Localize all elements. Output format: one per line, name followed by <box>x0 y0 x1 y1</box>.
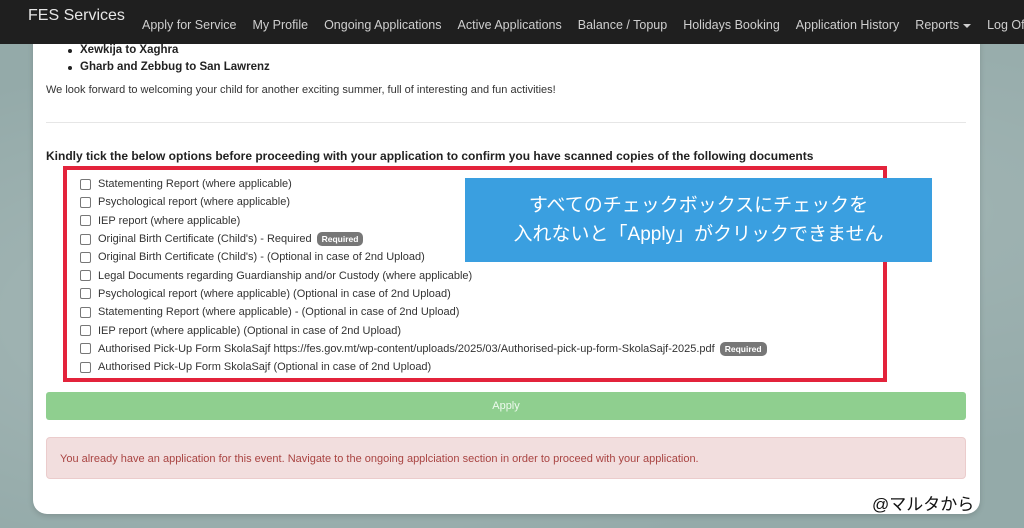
caret-down-icon <box>963 23 972 28</box>
watermark-text: @マルタから <box>872 495 975 514</box>
checkbox-label: IEP report (where applicable) <box>98 214 241 227</box>
checkbox-birth-certificate-optional[interactable] <box>80 251 91 263</box>
route-list: Xewkija to Xaghra Gharb and Zebbug to Sa… <box>68 42 270 76</box>
nav-reports-dropdown[interactable]: Reports <box>907 18 979 32</box>
checkbox-label: Legal Documents regarding Guardianship a… <box>98 269 473 282</box>
checkbox-pickup-form-optional[interactable] <box>80 361 91 373</box>
annotation-line-2: 入れないと「Apply」がクリックできません <box>513 224 884 245</box>
divider <box>46 122 966 123</box>
route-item: Gharb and Zebbug to San Lawrenz <box>68 59 270 76</box>
nav-menu: Apply for Service My Profile Ongoing App… <box>134 18 1024 32</box>
nav-holidays-booking[interactable]: Holidays Booking <box>675 18 788 32</box>
nav-ongoing-applications[interactable]: Ongoing Applications <box>316 18 449 32</box>
checklist-item: Authorised Pick-Up Form SkolaSajf (Optio… <box>80 358 767 376</box>
checkbox-label: Statementing Report (where applicable) <box>98 178 292 191</box>
annotation-line-1: すべてのチェックボックスにチェックを <box>528 195 869 216</box>
checklist-item: Psychological report (where applicable) … <box>80 285 767 303</box>
apply-button[interactable]: Apply <box>46 392 966 420</box>
checkbox-label: Original Birth Certificate (Child's) - R… <box>98 233 312 246</box>
checkbox-birth-certificate[interactable] <box>80 233 91 245</box>
navbar: FES Services Apply for Service My Profil… <box>0 0 1024 44</box>
nav-my-profile[interactable]: My Profile <box>244 18 316 32</box>
checkbox-pickup-form[interactable] <box>80 343 91 355</box>
checkbox-psychological-report[interactable] <box>80 196 91 208</box>
checkbox-label: Authorised Pick-Up Form SkolaSajf (Optio… <box>98 361 432 374</box>
checkbox-legal-documents[interactable] <box>80 270 91 282</box>
checklist-item: Statementing Report (where applicable) -… <box>80 303 767 321</box>
required-badge: Required <box>316 232 364 247</box>
checklist-item: Legal Documents regarding Guardianship a… <box>80 266 767 284</box>
checkbox-statementing-report-optional[interactable] <box>80 306 91 318</box>
nav-apply-for-service[interactable]: Apply for Service <box>134 18 244 32</box>
nav-active-applications[interactable]: Active Applications <box>450 18 570 32</box>
checkbox-statementing-report[interactable] <box>80 178 91 190</box>
checkbox-label: Original Birth Certificate (Child's) - (… <box>98 251 425 264</box>
nav-application-history[interactable]: Application History <box>788 18 908 32</box>
checkbox-psychological-report-optional[interactable] <box>80 288 91 300</box>
existing-application-alert: You already have an application for this… <box>46 437 966 479</box>
checkbox-label: Psychological report (where applicable) <box>98 196 290 209</box>
checkbox-iep-report-optional[interactable] <box>80 325 91 337</box>
nav-log-off[interactable]: Log Off <box>979 18 1024 32</box>
checkbox-label: Authorised Pick-Up Form SkolaSajf https:… <box>98 342 715 355</box>
nav-reports-label: Reports <box>915 18 960 32</box>
welcome-text: We look forward to welcoming your child … <box>46 84 556 96</box>
checkbox-label: Psychological report (where applicable) … <box>98 287 451 300</box>
brand-title[interactable]: FES Services <box>28 7 125 25</box>
documents-heading: Kindly tick the below options before pro… <box>46 149 814 163</box>
checklist-item: Authorised Pick-Up Form SkolaSajf https:… <box>80 340 767 358</box>
checkbox-iep-report[interactable] <box>80 215 91 227</box>
checkbox-label: Statementing Report (where applicable) -… <box>98 306 460 319</box>
required-badge: Required <box>719 341 767 356</box>
checklist-item: IEP report (where applicable) (Optional … <box>80 321 767 339</box>
checkbox-label: IEP report (where applicable) (Optional … <box>98 324 402 337</box>
route-item: Xewkija to Xaghra <box>68 42 270 59</box>
nav-balance-topup[interactable]: Balance / Topup <box>570 18 675 32</box>
annotation-callout: すべてのチェックボックスにチェックを 入れないと「Apply」がクリックできませ… <box>465 178 932 262</box>
